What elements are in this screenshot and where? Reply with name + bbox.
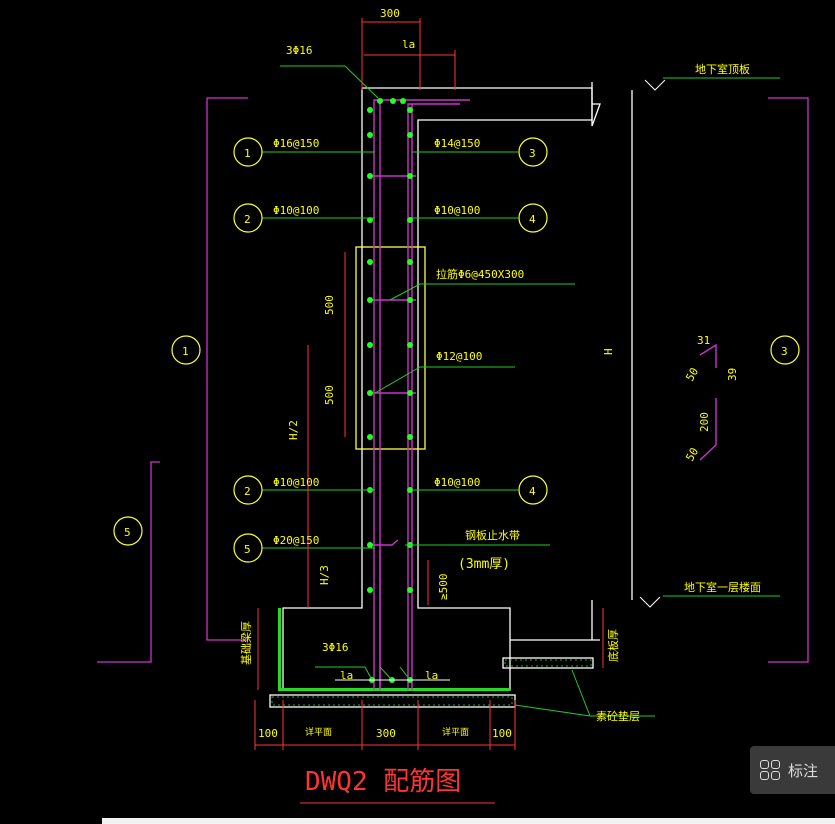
rebar-4-top-label: Φ10@100 — [434, 204, 480, 217]
callout-3: 3 — [529, 147, 536, 160]
rebar-4-bottom-label: Φ10@100 — [434, 476, 480, 489]
height-label: H — [602, 348, 615, 355]
bend-200: 200 — [698, 412, 711, 432]
drawing-title: DWQ2 配筋图 — [305, 767, 461, 797]
concrete-hatch — [271, 608, 592, 706]
callout-4: 4 — [529, 213, 536, 226]
layout-grid-icon — [760, 760, 780, 780]
dim-500-lower: 500 — [323, 385, 336, 405]
waterstop-label: 钢板止水带 — [465, 528, 520, 542]
range-brackets — [97, 90, 809, 663]
la-right-label: la — [425, 669, 438, 682]
callout-4-bottom: 4 — [529, 485, 536, 498]
callout-2-bottom: 2 — [244, 485, 251, 498]
callout-1: 1 — [244, 147, 251, 160]
base-thickness-label: 基础梁厚 — [239, 621, 253, 665]
right-callout-3: 3 — [781, 345, 788, 358]
rebar-2-bottom-label: Φ10@100 — [273, 476, 319, 489]
roof-level-label: 地下室顶板 — [695, 62, 750, 76]
dim-h3: H/3 — [318, 565, 331, 585]
floor-level-label: 地下室一层楼面 — [684, 580, 761, 594]
level-markers — [639, 79, 666, 608]
annotate-label: 标注 — [788, 761, 819, 780]
rebar-3-label: Φ14@150 — [434, 137, 480, 150]
dim-h2: H/2 — [287, 420, 300, 440]
tie-bar-label: 拉筋Φ6@450X300 — [436, 267, 524, 281]
rebars — [370, 99, 717, 690]
dim-300-bottom: 300 — [376, 727, 396, 740]
dim-ge500: ≥500 — [437, 574, 450, 601]
rebar-detail-drawing: 300 la 3Φ16 地下室顶板 地下室一层楼面 1 3 2 4 2 4 5 … — [97, 7, 809, 804]
rebar-2-top-label: Φ10@100 — [273, 204, 319, 217]
dim-100-left: 100 — [258, 727, 278, 740]
dimension-lines — [254, 18, 604, 804]
la-top-label: la — [402, 38, 415, 51]
left-callout-1: 1 — [182, 345, 189, 358]
corner-bars-label: 3Φ16 — [286, 44, 313, 57]
cushion-label: 素砼垫层 — [596, 709, 640, 723]
rebar-1-label: Φ16@150 — [273, 137, 319, 150]
bend-50-bottom: 50 — [683, 446, 701, 464]
callout-2: 2 — [244, 213, 251, 226]
bottom-bars-label: 3Φ16 — [322, 641, 349, 654]
rebar-5-label: Φ20@150 — [273, 534, 319, 547]
la-left-label: la — [340, 669, 353, 682]
add-bar-label: Φ12@100 — [436, 350, 482, 363]
waterstop-thickness-label: (3mm厚) — [458, 557, 510, 572]
pad-left-label: 详平面 — [305, 726, 332, 738]
dim-500-upper: 500 — [323, 295, 336, 315]
bend-31: 31 — [697, 334, 710, 347]
pad-right-label: 详平面 — [442, 726, 469, 738]
bend-39: 39 — [726, 368, 739, 381]
bottom-strip — [102, 818, 835, 824]
annotate-button[interactable]: 标注 — [750, 746, 835, 794]
callout-5: 5 — [244, 543, 251, 556]
leader-lines — [262, 65, 780, 717]
wall-outline — [269, 82, 601, 708]
wall-thickness-label: 300 — [380, 7, 400, 20]
left-callout-5: 5 — [124, 526, 131, 539]
bend-50-top: 50 — [683, 366, 701, 384]
slab-thickness-label: 底板厚 — [606, 629, 620, 662]
dim-100-right: 100 — [492, 727, 512, 740]
